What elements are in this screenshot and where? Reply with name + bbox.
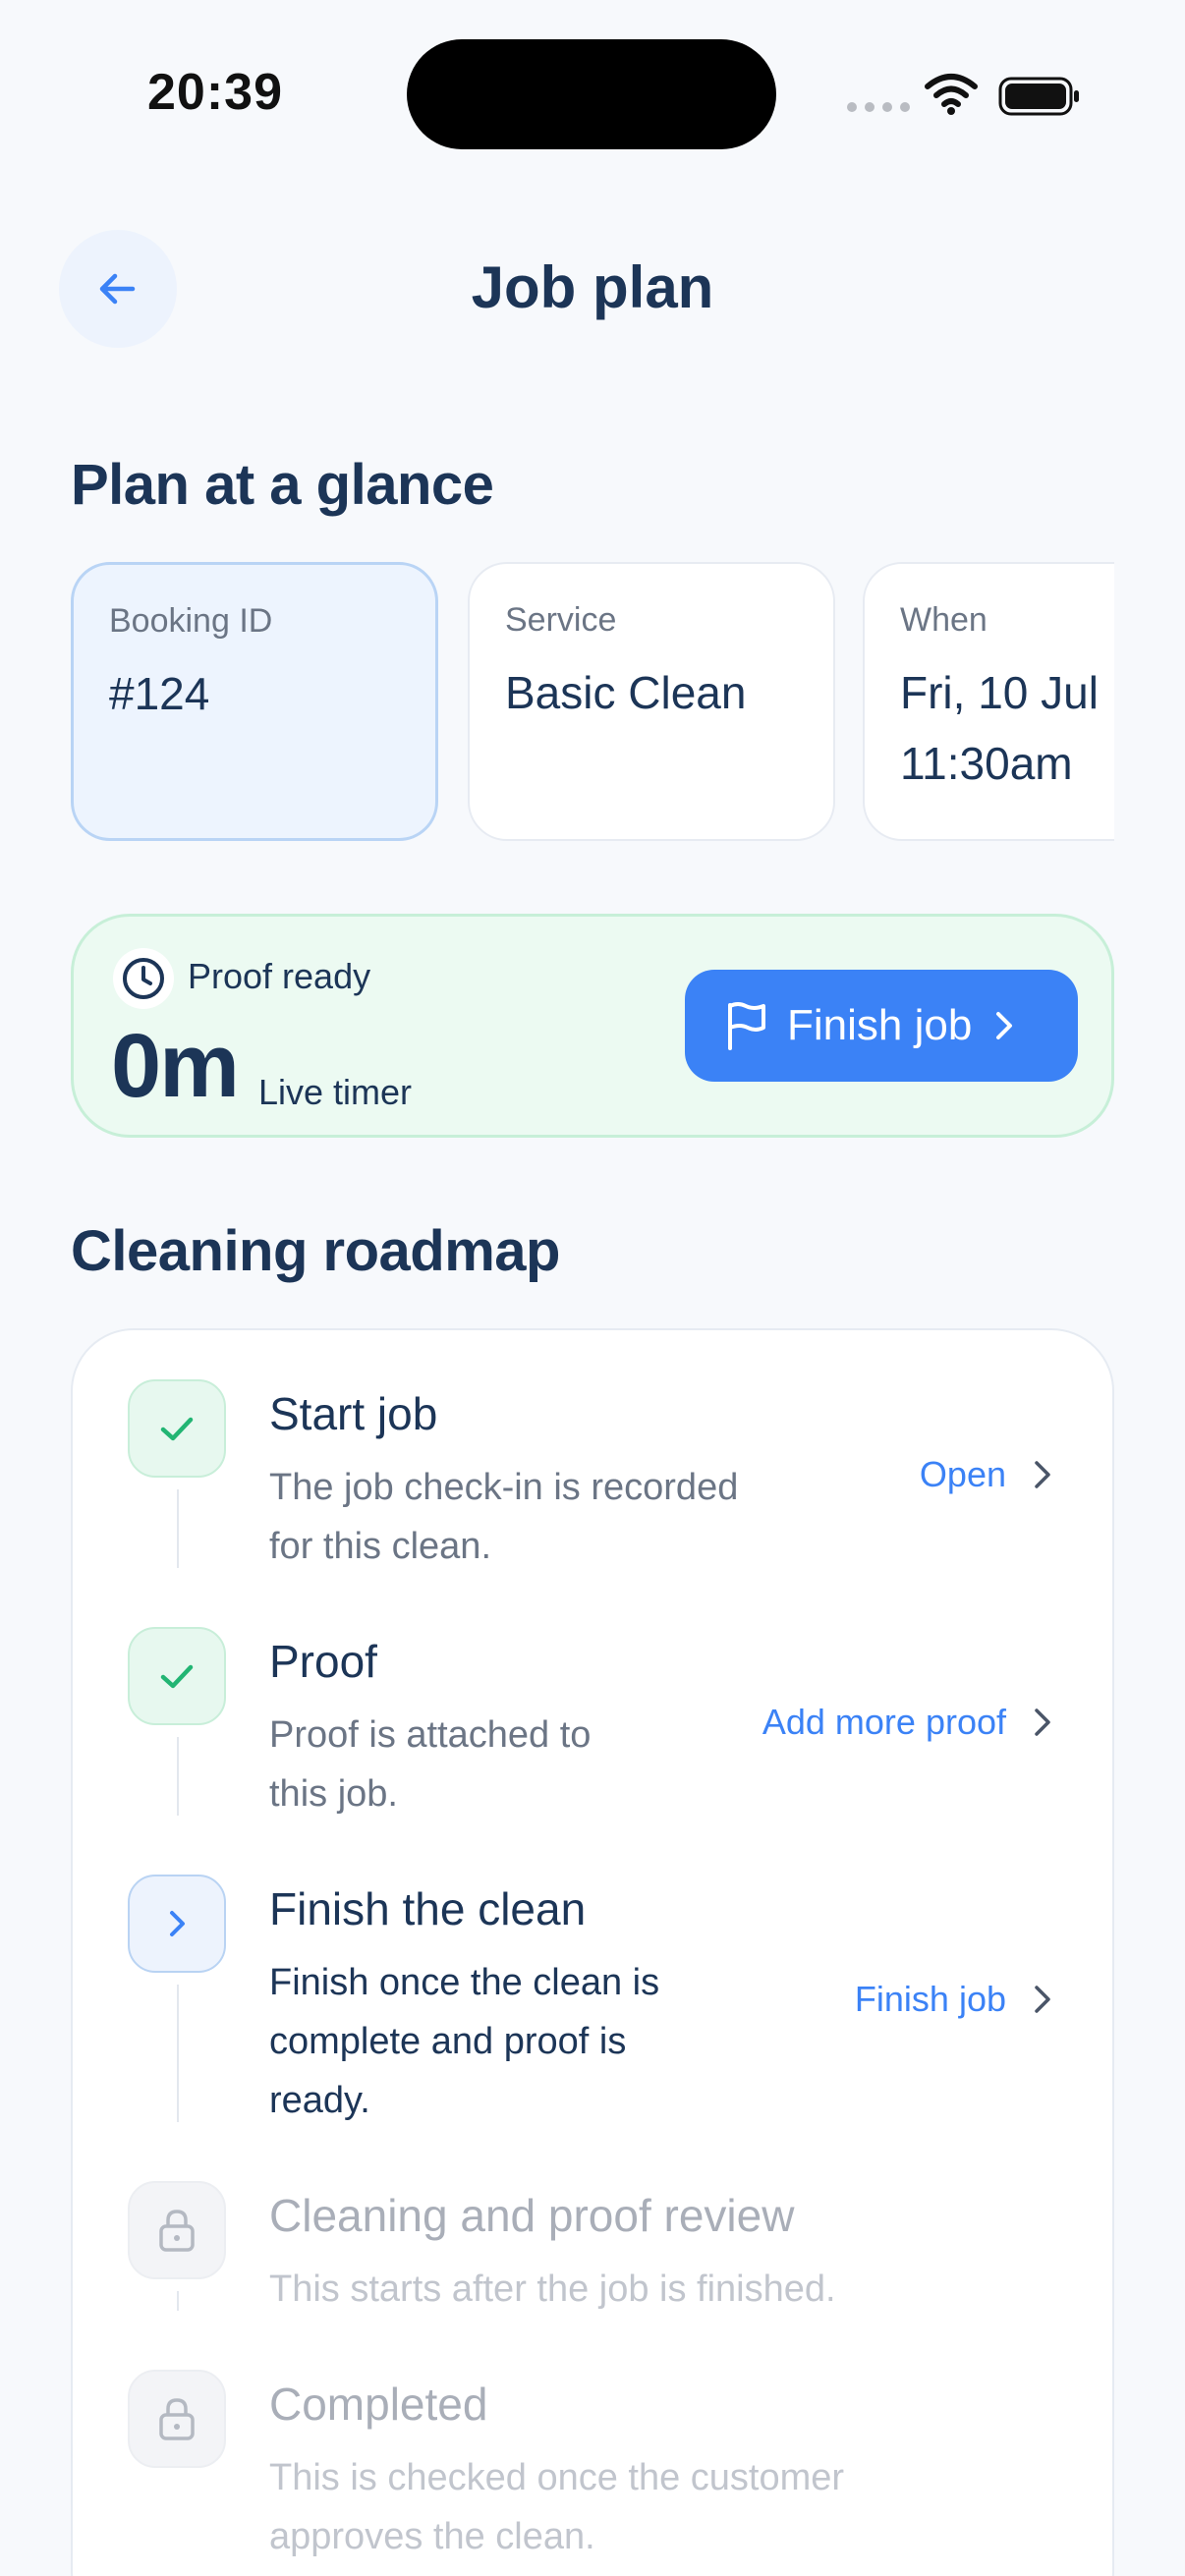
step-description: This starts after the job is finished. <box>269 2268 836 2310</box>
step-connector <box>177 1489 179 1568</box>
finish-job-button[interactable]: Finish job <box>685 970 1078 1082</box>
timer-value: 0m <box>111 1016 240 1116</box>
status-time: 20:39 <box>147 64 283 121</box>
chevron-right-icon <box>1035 1461 1050 1488</box>
chevron-right-icon <box>1035 1986 1050 2013</box>
step-connector <box>177 2291 179 2311</box>
roadmap-card: Start job The job check-in is recorded f… <box>71 1328 1114 2576</box>
flag-icon <box>728 1002 765 1050</box>
step-title: Proof <box>269 1636 377 1687</box>
step-action-label: Finish job <box>854 1979 1006 2019</box>
check-icon <box>128 1379 226 1478</box>
card-label: When <box>900 601 988 639</box>
screen: 20:39 Job plan Plan at a glance Booking … <box>0 0 1185 2576</box>
step-title: Completed <box>269 2379 488 2430</box>
open-step-link[interactable]: Open <box>920 1454 1053 1495</box>
step-description: this job. <box>269 1773 398 1815</box>
booking-id-card[interactable]: Booking ID #124 <box>71 562 438 841</box>
roadmap-section-title: Cleaning roadmap <box>71 1219 560 1283</box>
card-value: Basic Clean <box>505 667 747 718</box>
add-more-proof-link[interactable]: Add more proof <box>762 1702 1053 1743</box>
clock-icon <box>113 948 174 1009</box>
step-connector <box>177 1985 179 2122</box>
chevron-right-icon <box>996 1012 1013 1039</box>
timer-status: Proof ready <box>188 956 371 996</box>
finish-job-label: Finish job <box>787 1001 973 1049</box>
card-value: #124 <box>109 668 210 719</box>
step-action-label: Add more proof <box>762 1702 1006 1742</box>
step-description: for this clean. <box>269 1526 491 1567</box>
wifi-icon <box>925 74 978 115</box>
timer-card: Proof ready 0m Live timer Finish job <box>71 914 1114 1138</box>
step-description: Proof is attached to <box>269 1714 592 1756</box>
step-connector <box>177 1737 179 1816</box>
card-label: Booking ID <box>109 602 273 640</box>
card-value-date: Fri, 10 Jul <box>900 667 1099 718</box>
lock-icon <box>128 2370 226 2468</box>
cellular-signal-icon <box>847 102 910 112</box>
finish-job-link[interactable]: Finish job <box>855 1979 1053 2020</box>
check-icon <box>128 1627 226 1725</box>
when-card[interactable]: When Fri, 10 Jul 11:30am <box>863 562 1114 841</box>
step-description: The job check-in is recorded <box>269 1467 739 1508</box>
step-action-label: Open <box>919 1454 1006 1494</box>
step-description: This is checked once the customer <box>269 2457 845 2498</box>
step-description: Finish once the clean is <box>269 1962 660 2003</box>
card-value-time: 11:30am <box>900 738 1073 789</box>
card-label: Service <box>505 601 617 639</box>
step-title: Cleaning and proof review <box>269 2190 795 2241</box>
chevron-right-icon <box>128 1875 226 1973</box>
step-description: approves the clean. <box>269 2516 595 2557</box>
glance-section-title: Plan at a glance <box>71 453 494 517</box>
timer-sublabel: Live timer <box>258 1072 413 1112</box>
chevron-right-icon <box>1035 1708 1050 1736</box>
lock-icon <box>128 2181 226 2279</box>
service-card[interactable]: Service Basic Clean <box>468 562 835 841</box>
dynamic-island <box>407 39 776 149</box>
page-title: Job plan <box>471 254 714 320</box>
step-description: ready. <box>269 2080 370 2121</box>
battery-icon <box>998 77 1079 116</box>
step-description: complete and proof is <box>269 2021 627 2062</box>
step-title: Finish the clean <box>269 1883 587 1934</box>
step-title: Start job <box>269 1388 438 1439</box>
glance-cards-scroller[interactable]: Booking ID #124 Service Basic Clean When… <box>71 560 1114 845</box>
